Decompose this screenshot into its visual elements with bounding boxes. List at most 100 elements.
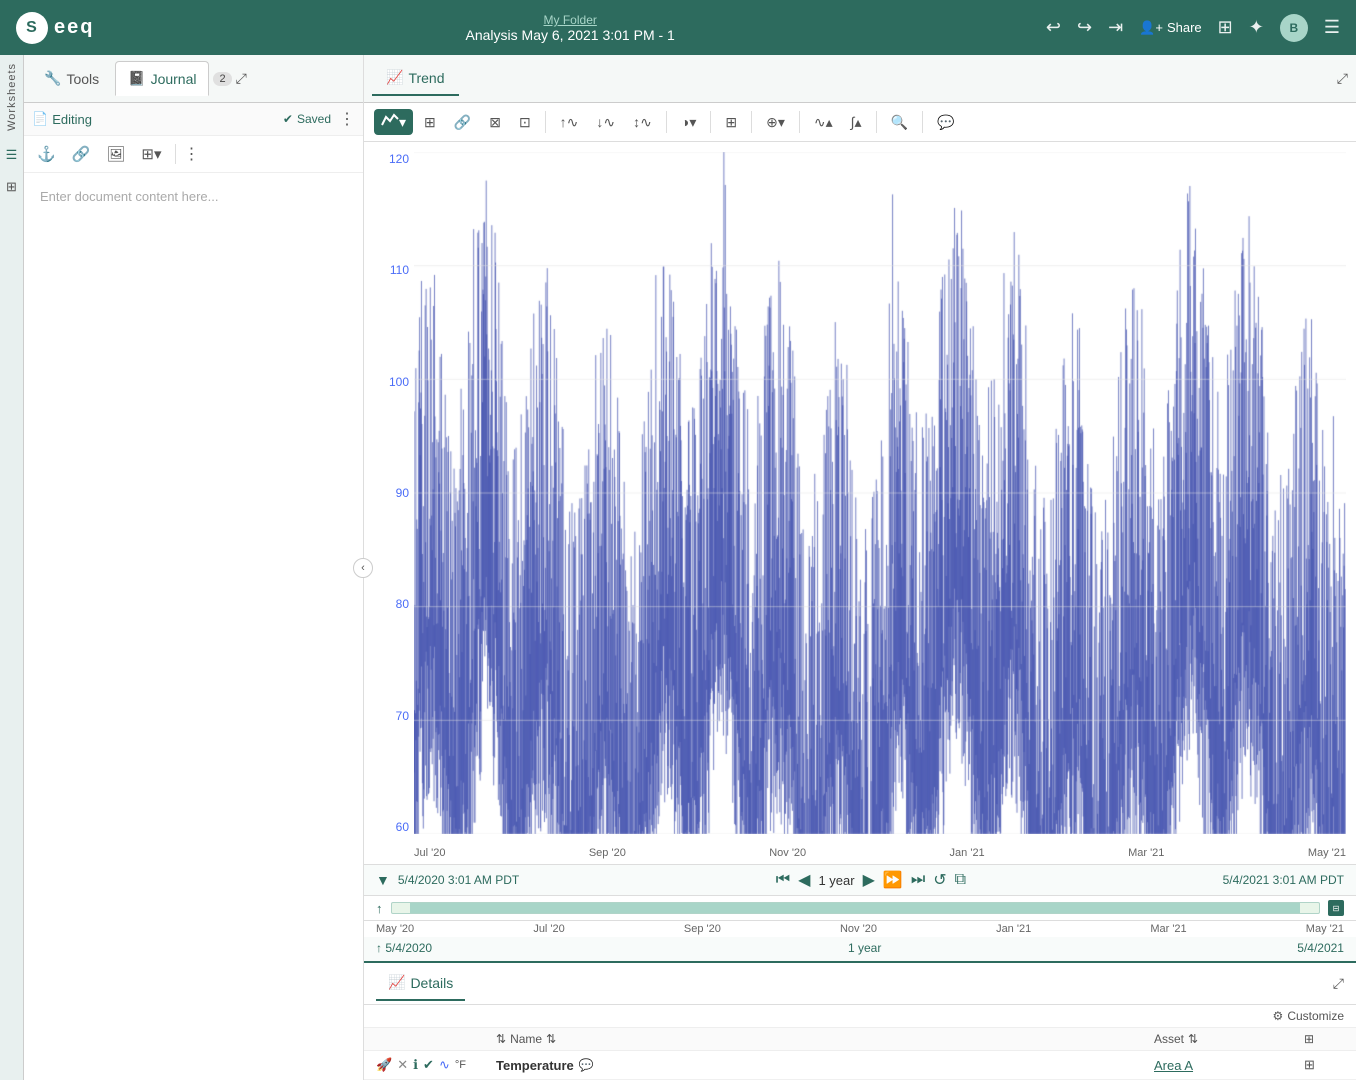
y-label-70: 70	[372, 709, 409, 723]
copy-time-button[interactable]: ⧉	[955, 871, 966, 889]
toolbar-divider	[175, 144, 176, 164]
sort-icon-asset: ⇅	[1188, 1032, 1198, 1046]
zoom-button[interactable]: 🔍	[884, 110, 915, 135]
trend-icon: 📈	[386, 69, 403, 86]
grid-button[interactable]: ⊞	[718, 110, 744, 135]
signal-down-button[interactable]: ↓∿	[589, 110, 622, 135]
range-summary-end: 5/4/2021	[1297, 941, 1344, 955]
share-button[interactable]: 👤+ Share	[1139, 20, 1201, 36]
range-dates: May '20 Jul '20 Sep '20 Nov '20 Jan '21 …	[364, 921, 1356, 937]
seeq-logo: S eeq	[16, 12, 94, 44]
redo-forward-button[interactable]: ⇥	[1108, 17, 1123, 38]
scatter-chart-button[interactable]: ⊠	[482, 110, 508, 135]
pin-icon[interactable]: 🚀	[376, 1057, 392, 1073]
row-name: Temperature 💬	[496, 1058, 1154, 1073]
signal-up-button[interactable]: ↑∿	[553, 110, 586, 135]
remove-icon[interactable]: ✕	[397, 1057, 408, 1073]
fft-chart-button[interactable]: ⊡	[512, 110, 538, 135]
table-icon[interactable]: ⊞	[1304, 1057, 1315, 1072]
details-tab-bar: 📈 Details ⤢	[364, 963, 1356, 1005]
signal-icon: ∿	[439, 1057, 450, 1073]
toolbar-sep3	[710, 111, 711, 133]
menu-button[interactable]: ☰	[1324, 17, 1340, 38]
folder-link[interactable]: My Folder	[544, 13, 597, 27]
x-axis: Jul '20 Sep '20 Nov '20 Jan '21 Mar '21 …	[414, 847, 1346, 859]
table-row: 🚀 ✕ ℹ ✔ ∿ °F Temperature 💬 Area A ⊞	[364, 1051, 1356, 1080]
y-label-100: 100	[372, 375, 409, 389]
y-axis: 120 110 100 90 80 70 60	[364, 142, 414, 864]
chain-button[interactable]: ⊕▾	[759, 110, 792, 135]
top-center: My Folder Analysis May 6, 2021 3:01 PM -…	[106, 12, 1033, 43]
ai-button[interactable]: ✦	[1249, 17, 1264, 38]
y-label-80: 80	[372, 597, 409, 611]
tab-journal[interactable]: 📓 Journal	[115, 61, 209, 96]
editor-more-button[interactable]: ⋮	[184, 144, 200, 164]
image-tool-button[interactable]: 🖼	[101, 142, 130, 166]
formula-button[interactable]: ∫▴	[844, 110, 869, 135]
toolbar-sep7	[922, 111, 923, 133]
condition-button[interactable]: ◑▾	[674, 110, 703, 135]
journal-icon: 📓	[128, 70, 145, 87]
comment-button[interactable]: 💬	[930, 110, 961, 135]
range-date-nov20: Nov '20	[840, 923, 877, 935]
details-icon: 📈	[388, 974, 405, 991]
undo-button[interactable]: ↩	[1046, 17, 1061, 38]
jump-end-button[interactable]: ⏭	[911, 871, 925, 889]
editor-content[interactable]: Enter document content here...	[24, 173, 363, 1080]
tab-expand-button[interactable]: ⤢	[236, 70, 247, 87]
x-label-jul20: Jul '20	[414, 847, 445, 859]
toolbar-sep2	[666, 111, 667, 133]
check-icon[interactable]: ✔	[423, 1057, 434, 1073]
trend-expand-button[interactable]: ⤢	[1337, 70, 1348, 87]
row-asset[interactable]: Area A	[1154, 1058, 1304, 1073]
details-expand-button[interactable]: ⤢	[1333, 975, 1344, 992]
info-icon[interactable]: ℹ	[413, 1057, 418, 1073]
y-label-120: 120	[372, 152, 409, 166]
tab-bar: 🔧 Tools 📓 Journal 2 ⤢	[24, 55, 363, 103]
tools-icon: 🔧	[44, 70, 61, 87]
editor-toolbar: ⚓ 🔗 🖼 ⊞▾ ⋮	[24, 136, 363, 173]
main-layout: Worksheets ☰ ⊞ 🔧 Tools 📓 Journal 2 ⤢ 📄 E…	[0, 55, 1356, 1080]
refresh-button[interactable]: ↺	[933, 870, 946, 890]
customize-button[interactable]: ⚙ Customize	[1273, 1009, 1344, 1023]
back-button[interactable]: ◀	[798, 870, 810, 890]
custom-button[interactable]: ∿▴	[807, 110, 840, 135]
worksheet-icon2[interactable]: ⊞	[6, 179, 17, 195]
range-track[interactable]	[391, 902, 1321, 914]
more-options-button[interactable]: ⋮	[339, 109, 355, 129]
chart-container: 120 110 100 90 80 70 60	[364, 142, 1356, 864]
tab-trend[interactable]: 📈 Trend	[372, 61, 459, 96]
range-slider-bar: ↑ ⊟	[364, 896, 1356, 921]
tab-tools[interactable]: 🔧 Tools	[32, 62, 111, 95]
customize-icon: ⚙	[1273, 1009, 1284, 1023]
toolbar-sep5	[799, 111, 800, 133]
link-tool-button[interactable]: 🔗	[67, 142, 96, 166]
collapse-panel-button[interactable]: ‹	[353, 558, 373, 578]
x-label-mar21: Mar '21	[1128, 847, 1164, 859]
capsule-chart-button[interactable]: ⊞	[417, 110, 443, 135]
worksheet-icon[interactable]: ☰	[6, 147, 18, 163]
unit-label: °F	[455, 1059, 466, 1071]
fast-forward-button[interactable]: ⏩	[883, 870, 903, 890]
table-tool-button[interactable]: ⊞▾	[136, 142, 166, 166]
jump-start-button[interactable]: ⏮	[776, 871, 790, 889]
forward-button[interactable]: ▶	[863, 870, 875, 890]
signal-bar-button[interactable]: ↕∿	[626, 110, 659, 135]
sort-icon-left: ⇅	[496, 1032, 506, 1046]
chart-toolbar: ▾ ⊞ 🔗 ⊠ ⊡ ↑∿ ↓∿ ↕∿ ◑▾ ⊞ ⊕▾ ∿▴ ∫▴ 🔍 💬	[364, 103, 1356, 142]
top-bar: S eeq My Folder Analysis May 6, 2021 3:0…	[0, 0, 1356, 55]
col-asset-label: Asset	[1154, 1032, 1184, 1046]
time-period-label: 1 year	[818, 873, 854, 888]
range-up-icon: ↑	[376, 941, 385, 955]
display-button[interactable]: ⊞	[1218, 17, 1233, 38]
tab-journal-label: Journal	[151, 71, 197, 87]
tab-details[interactable]: 📈 Details	[376, 966, 465, 1001]
editing-label: Editing	[52, 112, 92, 127]
range-drag-handle[interactable]: ⊟	[1328, 900, 1344, 916]
redo-button[interactable]: ↪	[1077, 17, 1092, 38]
col-asset-header: Asset ⇅	[1154, 1032, 1304, 1046]
tab-tools-label: Tools	[66, 71, 99, 87]
anchor-tool-button[interactable]: ⚓	[32, 142, 61, 166]
link-chart-button[interactable]: 🔗	[447, 110, 478, 135]
line-chart-button[interactable]: ▾	[374, 109, 413, 135]
